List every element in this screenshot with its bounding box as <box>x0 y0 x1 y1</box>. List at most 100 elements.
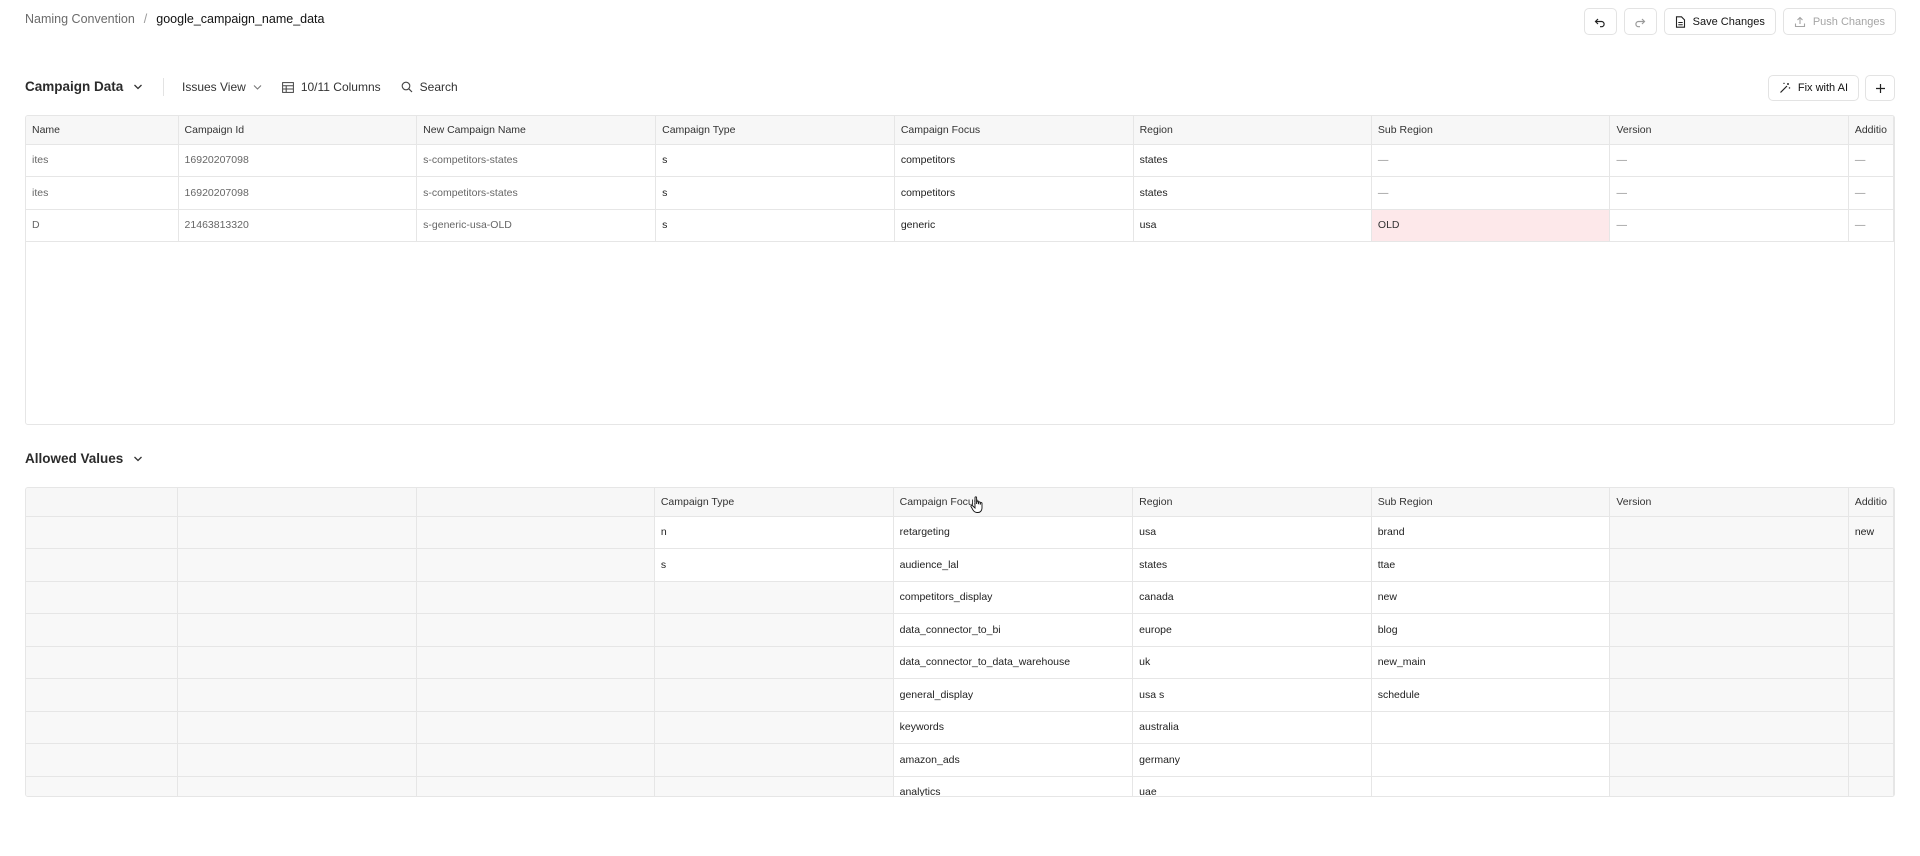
table-cell[interactable] <box>1609 581 1849 614</box>
table-cell[interactable]: — <box>1371 176 1611 210</box>
table-cell[interactable]: europe <box>1132 613 1372 647</box>
table-cell[interactable]: s <box>654 548 894 582</box>
view-select[interactable]: Issues View <box>182 80 262 94</box>
table-cell[interactable] <box>1609 776 1849 796</box>
table-cell[interactable]: D <box>26 209 179 242</box>
table-cell[interactable]: — <box>1848 209 1894 242</box>
table-cell[interactable] <box>1848 548 1894 582</box>
table-cell[interactable]: schedule <box>1371 678 1611 712</box>
search-button[interactable]: Search <box>401 80 458 94</box>
table-cell[interactable]: states <box>1132 548 1372 582</box>
column-header[interactable]: Campaign Type <box>654 488 894 517</box>
table-cell[interactable]: new <box>1848 516 1894 549</box>
table-cell[interactable]: keywords <box>893 711 1134 744</box>
table-cell[interactable]: competitors_display <box>893 581 1134 614</box>
table-cell[interactable] <box>1848 613 1894 647</box>
table-cell[interactable]: australia <box>1132 711 1372 744</box>
push-changes-button[interactable]: Push Changes <box>1782 8 1896 35</box>
table-cell[interactable] <box>1848 711 1894 744</box>
table-cell[interactable]: amazon_ads <box>893 743 1134 777</box>
undo-button[interactable] <box>1583 8 1617 35</box>
table-cell[interactable] <box>654 711 894 744</box>
table-cell[interactable] <box>1371 711 1611 744</box>
table-cell[interactable] <box>1609 678 1849 712</box>
table-cell[interactable] <box>1609 516 1849 549</box>
invalid-cell[interactable]: OLD <box>1371 209 1611 242</box>
table-cell[interactable] <box>1609 743 1849 777</box>
table-cell[interactable]: states <box>1133 176 1372 210</box>
table-cell[interactable] <box>1609 646 1849 679</box>
table-cell[interactable] <box>1848 743 1894 777</box>
column-header[interactable]: Additio <box>1848 488 1894 517</box>
save-changes-button[interactable]: Save Changes <box>1663 8 1776 35</box>
table-cell[interactable] <box>1848 678 1894 712</box>
table-cell[interactable]: blog <box>1371 613 1611 647</box>
table-cell[interactable]: data_connector_to_bi <box>893 613 1134 647</box>
table-cell[interactable]: canada <box>1132 581 1372 614</box>
breadcrumb-root-link[interactable]: Naming Convention <box>25 12 135 26</box>
column-header[interactable]: Version <box>1609 116 1849 145</box>
table-cell[interactable]: — <box>1609 144 1849 177</box>
table-cell[interactable]: — <box>1848 144 1894 177</box>
column-header[interactable]: Version <box>1609 488 1849 517</box>
table-cell[interactable] <box>1371 776 1611 796</box>
table-cell[interactable]: usa <box>1132 516 1372 549</box>
table-cell[interactable]: usa <box>1133 209 1372 242</box>
allowed-values-header[interactable]: Allowed Values <box>25 451 143 466</box>
table-cell[interactable]: s <box>655 144 895 177</box>
column-header[interactable]: Region <box>1133 116 1372 145</box>
redo-button[interactable] <box>1623 8 1657 35</box>
table-cell[interactable]: audience_lal <box>893 548 1134 582</box>
table-cell[interactable]: uae <box>1132 776 1372 796</box>
table-cell[interactable]: — <box>1609 176 1849 210</box>
table-cell[interactable]: ttae <box>1371 548 1611 582</box>
column-header[interactable]: Campaign Id <box>178 116 418 145</box>
table-cell[interactable]: 16920207098 <box>178 176 418 210</box>
table-cell[interactable] <box>1848 646 1894 679</box>
table-cell[interactable]: new_main <box>1371 646 1611 679</box>
campaign-data-header[interactable]: Campaign Data <box>25 79 143 94</box>
table-cell[interactable] <box>654 646 894 679</box>
table-cell[interactable]: s <box>655 176 895 210</box>
table-cell[interactable]: general_display <box>893 678 1134 712</box>
table-cell[interactable]: — <box>1848 176 1894 210</box>
table-cell[interactable]: competitors <box>894 176 1134 210</box>
column-header[interactable]: Campaign Type <box>655 116 895 145</box>
table-cell[interactable] <box>1371 743 1611 777</box>
column-header[interactable]: Campaign Focus <box>893 488 1134 517</box>
table-cell[interactable]: s-competitors-states <box>416 176 657 210</box>
column-header[interactable]: Name <box>26 116 179 145</box>
table-cell[interactable]: new <box>1371 581 1611 614</box>
column-header[interactable]: Additio <box>1848 116 1894 145</box>
table-cell[interactable]: data_connector_to_data_warehouse <box>893 646 1134 679</box>
table-cell[interactable] <box>654 743 894 777</box>
columns-button[interactable]: 10/11 Columns <box>281 80 381 94</box>
table-cell[interactable]: retargeting <box>893 516 1134 549</box>
column-header[interactable]: Region <box>1132 488 1372 517</box>
table-cell[interactable]: uk <box>1132 646 1372 679</box>
fix-with-ai-button[interactable]: Fix with AI <box>1767 75 1859 101</box>
table-cell[interactable]: s-generic-usa-OLD <box>416 209 657 242</box>
table-cell[interactable] <box>654 613 894 647</box>
table-cell[interactable] <box>1848 581 1894 614</box>
table-cell[interactable]: generic <box>894 209 1134 242</box>
table-cell[interactable]: ites <box>26 144 179 177</box>
column-header[interactable]: Campaign Focus <box>894 116 1134 145</box>
table-cell[interactable]: s <box>655 209 895 242</box>
table-cell[interactable]: competitors <box>894 144 1134 177</box>
table-cell[interactable]: ites <box>26 176 179 210</box>
table-cell[interactable]: 16920207098 <box>178 144 418 177</box>
table-cell[interactable] <box>654 776 894 796</box>
table-cell[interactable] <box>1609 613 1849 647</box>
table-cell[interactable]: — <box>1609 209 1849 242</box>
table-cell[interactable]: n <box>654 516 894 549</box>
column-header[interactable]: Sub Region <box>1371 116 1611 145</box>
table-cell[interactable]: germany <box>1132 743 1372 777</box>
table-cell[interactable] <box>654 678 894 712</box>
add-button[interactable] <box>1865 75 1895 101</box>
column-header[interactable]: Sub Region <box>1371 488 1611 517</box>
table-cell[interactable] <box>654 581 894 614</box>
column-header[interactable]: New Campaign Name <box>416 116 657 145</box>
table-cell[interactable]: — <box>1371 144 1611 177</box>
table-cell[interactable] <box>1848 776 1894 796</box>
